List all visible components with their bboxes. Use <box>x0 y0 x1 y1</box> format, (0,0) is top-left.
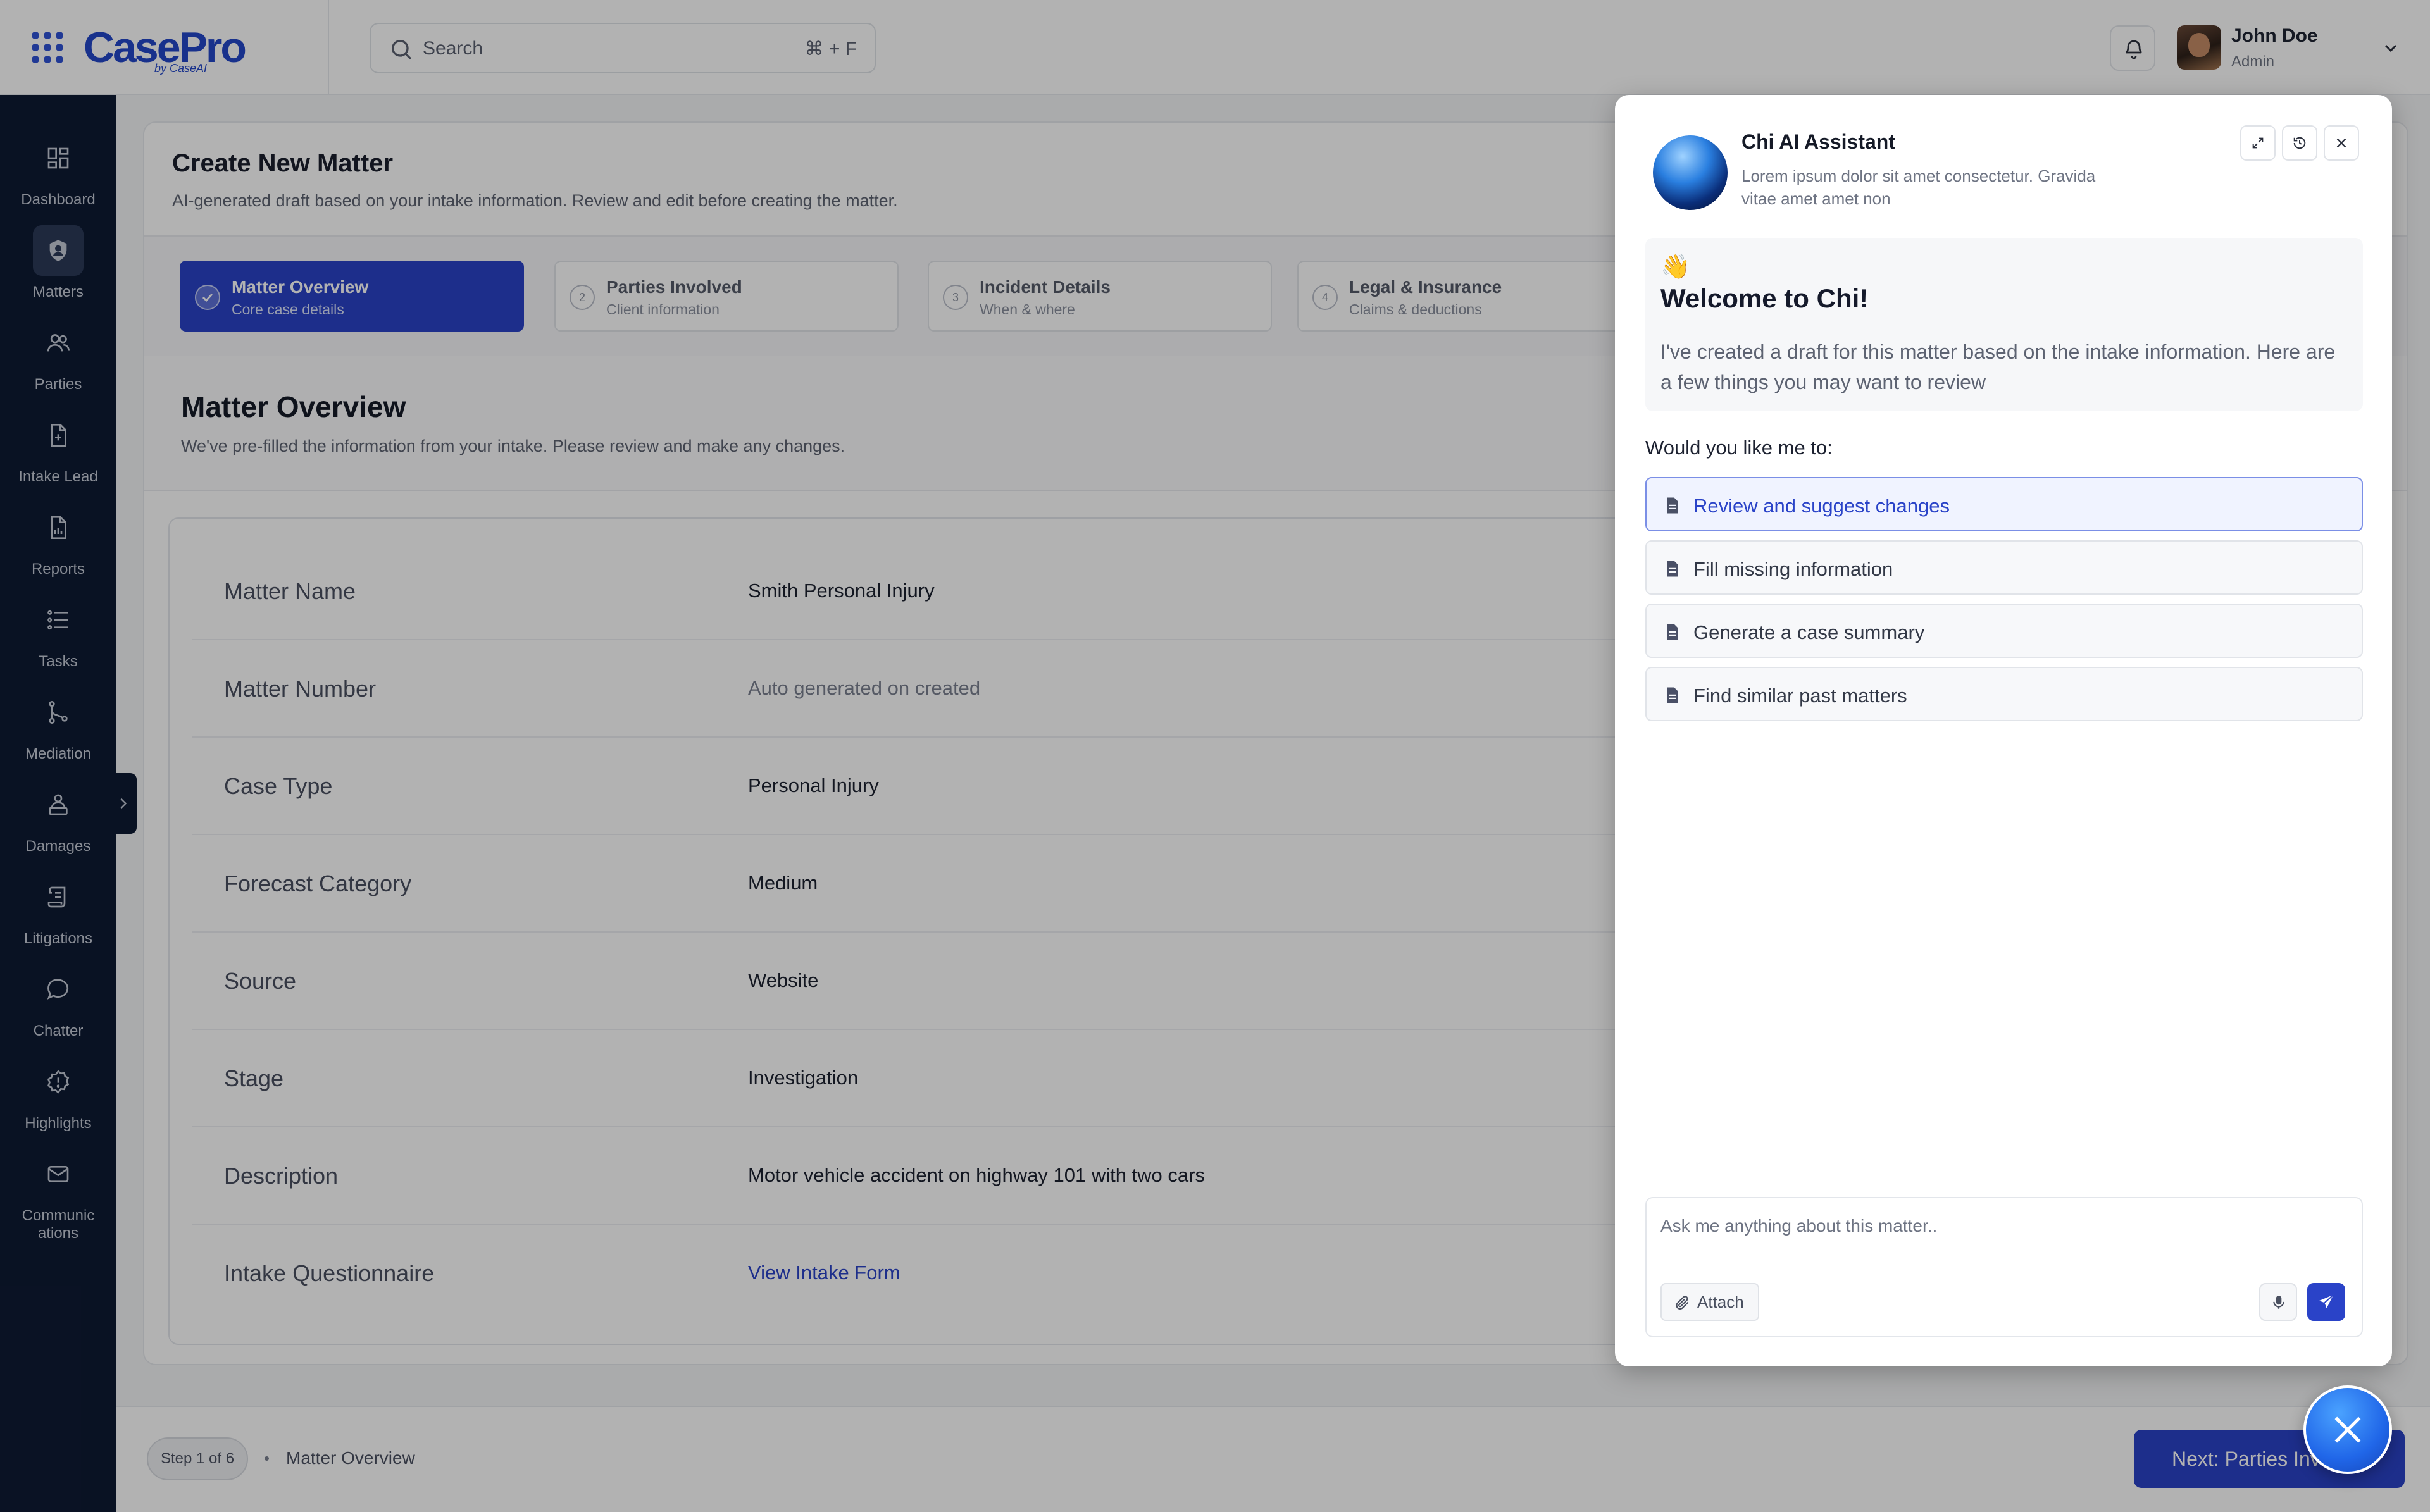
document-icon <box>1667 624 1678 640</box>
chat-composer: Attach <box>1645 1197 2363 1337</box>
paperclip-icon <box>1676 1296 1689 1310</box>
close-panel-button[interactable] <box>2324 125 2359 161</box>
suggestion-label: Find similar past matters <box>1693 685 1907 707</box>
wave-emoji: 👋 <box>1660 254 1691 280</box>
close-icon <box>2336 138 2346 148</box>
history-button[interactable] <box>2282 125 2317 161</box>
chi-title: Chi AI Assistant <box>1742 130 1895 153</box>
welcome-card: 👋 Welcome to Chi! I've created a draft f… <box>1645 238 2363 411</box>
close-icon <box>2334 1416 2361 1443</box>
document-icon <box>1667 687 1678 703</box>
suggestion-case-summary[interactable]: Generate a case summary <box>1645 604 2363 658</box>
suggestion-fill-missing[interactable]: Fill missing information <box>1645 540 2363 595</box>
suggestion-label: Fill missing information <box>1693 558 1893 580</box>
expand-icon <box>2252 137 2264 149</box>
send-button[interactable] <box>2307 1283 2345 1321</box>
suggestion-review-changes[interactable]: Review and suggest changes <box>1645 477 2363 531</box>
chi-subtitle: Lorem ipsum dolor sit amet consectetur. … <box>1742 166 2096 208</box>
microphone-icon <box>2273 1296 2284 1309</box>
history-icon <box>2293 137 2306 149</box>
suggestion-label: Generate a case summary <box>1693 621 1925 643</box>
document-icon <box>1667 561 1678 577</box>
attach-button[interactable]: Attach <box>1660 1283 1759 1321</box>
chi-assistant-panel: Chi AI Assistant Lorem ipsum dolor sit a… <box>1615 95 2392 1366</box>
close-assistant-fab[interactable] <box>2303 1385 2392 1474</box>
suggestion-label: Review and suggest changes <box>1693 495 1950 517</box>
attach-label: Attach <box>1697 1292 1744 1311</box>
chat-input[interactable] <box>1660 1207 2293 1245</box>
welcome-text: I've created a draft for this matter bas… <box>1660 340 2336 393</box>
send-icon <box>2319 1294 2334 1308</box>
suggestions-label: Would you like me to: <box>1645 437 1833 459</box>
suggestion-similar-matters[interactable]: Find similar past matters <box>1645 667 2363 721</box>
document-icon <box>1667 497 1678 514</box>
expand-button[interactable] <box>2240 125 2276 161</box>
welcome-title: Welcome to Chi! <box>1660 283 1869 313</box>
chi-orb-icon <box>1653 135 1728 210</box>
microphone-button[interactable] <box>2259 1283 2297 1321</box>
